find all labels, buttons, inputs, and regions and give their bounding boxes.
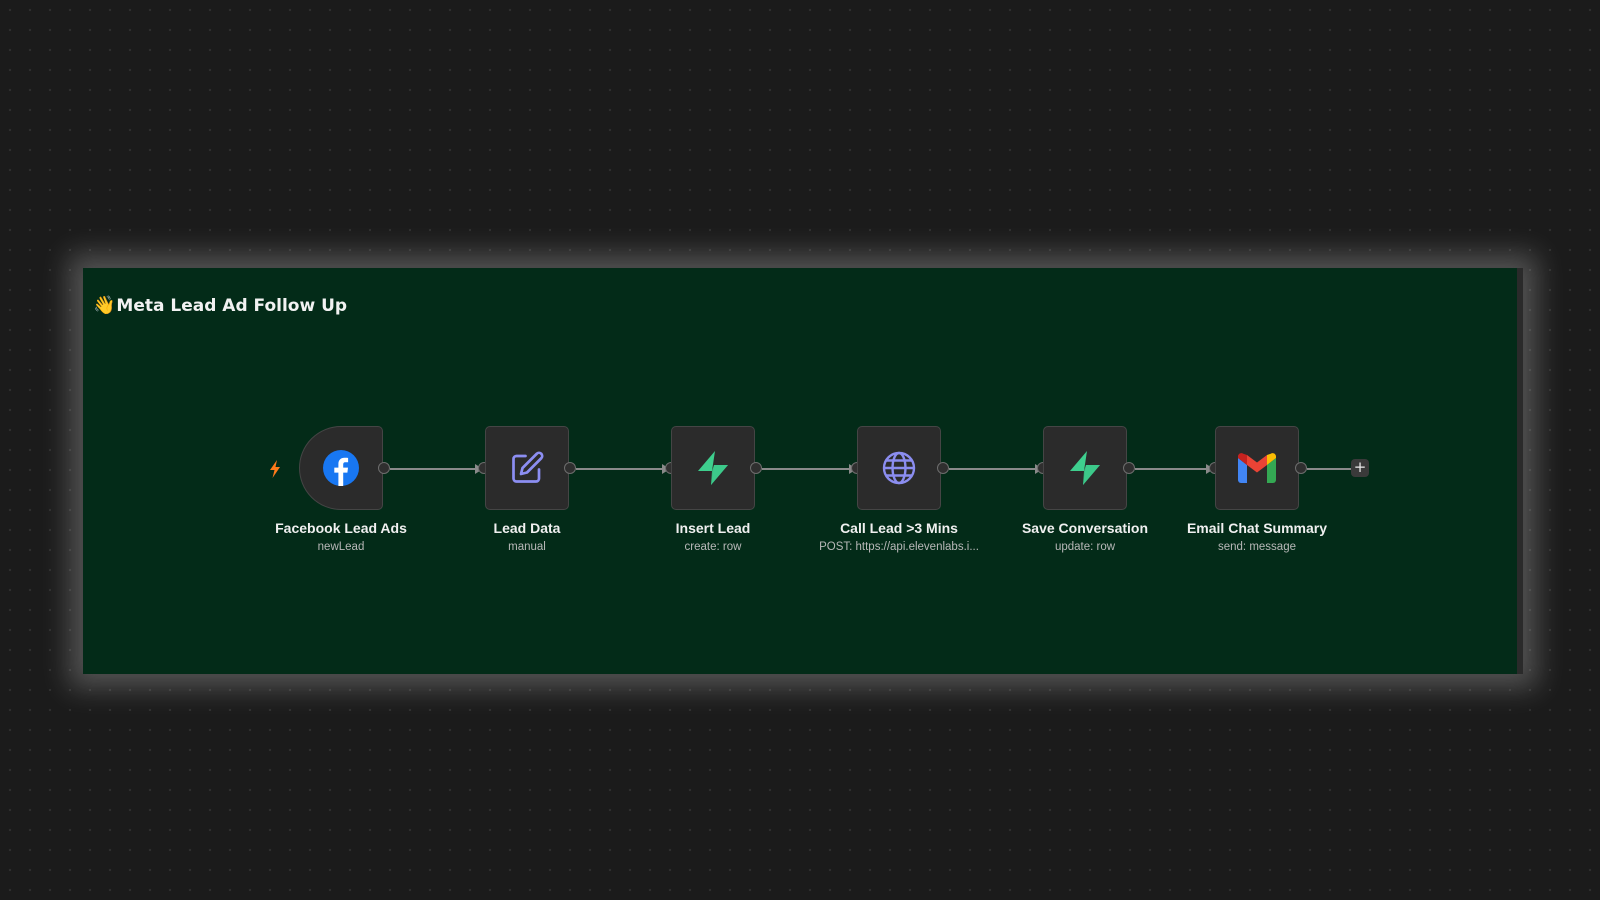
waving-hand-emoji: 👋 — [93, 295, 116, 316]
connection-line[interactable] — [762, 464, 857, 474]
connection-line[interactable] — [390, 464, 483, 474]
workflow-canvas[interactable]: 👋Meta Lead Ad Follow Up Facebook Lead Ad… — [0, 0, 1600, 900]
output-handle[interactable] — [378, 462, 390, 474]
output-handle[interactable] — [750, 462, 762, 474]
node-save-conversation[interactable] — [1043, 426, 1127, 510]
output-handle[interactable] — [564, 462, 576, 474]
node-label: Lead Data manual — [427, 519, 627, 554]
node-email-chat-summary[interactable] — [1215, 426, 1299, 510]
node-subtitle: create: row — [684, 541, 742, 553]
node-label: Save Conversation update: row — [985, 519, 1185, 554]
node-lead-data[interactable] — [485, 426, 569, 510]
sticky-resize-edge[interactable] — [1517, 268, 1523, 674]
node-name: Lead Data — [493, 520, 561, 536]
sticky-title-text: Meta Lead Ad Follow Up — [116, 296, 348, 316]
sticky-title: 👋Meta Lead Ad Follow Up — [93, 295, 347, 316]
globe-icon — [882, 451, 916, 485]
node-facebook-lead-ads[interactable] — [299, 426, 383, 510]
node-subtitle: update: row — [1054, 541, 1116, 553]
node-name: Save Conversation — [1021, 520, 1149, 536]
node-name: Insert Lead — [675, 520, 751, 536]
node-subtitle: send: message — [1218, 541, 1296, 553]
add-node-button[interactable]: + — [1351, 459, 1369, 477]
connection-line[interactable] — [1135, 464, 1214, 474]
trigger-bolt-icon — [270, 460, 280, 478]
node-name: Facebook Lead Ads — [275, 520, 407, 536]
connection-line — [1307, 468, 1352, 470]
output-handle[interactable] — [1123, 462, 1135, 474]
connection-line[interactable] — [576, 464, 670, 474]
node-name: Email Chat Summary — [1186, 520, 1328, 536]
node-call-lead[interactable] — [857, 426, 941, 510]
node-name: Call Lead >3 Mins — [840, 520, 958, 536]
node-subtitle: POST: https://api.elevenlabs.i... — [819, 541, 979, 553]
output-handle[interactable] — [1295, 462, 1307, 474]
edit-icon — [512, 451, 544, 483]
node-subtitle: manual — [508, 541, 546, 553]
node-label: Facebook Lead Ads newLead — [241, 519, 441, 554]
node-label: Email Chat Summary send: message — [1157, 519, 1357, 554]
connection-line[interactable] — [949, 464, 1043, 474]
facebook-icon — [323, 450, 359, 486]
supabase-icon — [698, 451, 728, 485]
supabase-icon — [1070, 451, 1100, 485]
node-label: Insert Lead create: row — [613, 519, 813, 554]
node-subtitle: newLead — [317, 541, 365, 553]
gmail-icon — [1238, 453, 1276, 483]
output-handle[interactable] — [937, 462, 949, 474]
node-label: Call Lead >3 Mins POST: https://api.elev… — [799, 519, 999, 554]
node-insert-lead[interactable] — [671, 426, 755, 510]
